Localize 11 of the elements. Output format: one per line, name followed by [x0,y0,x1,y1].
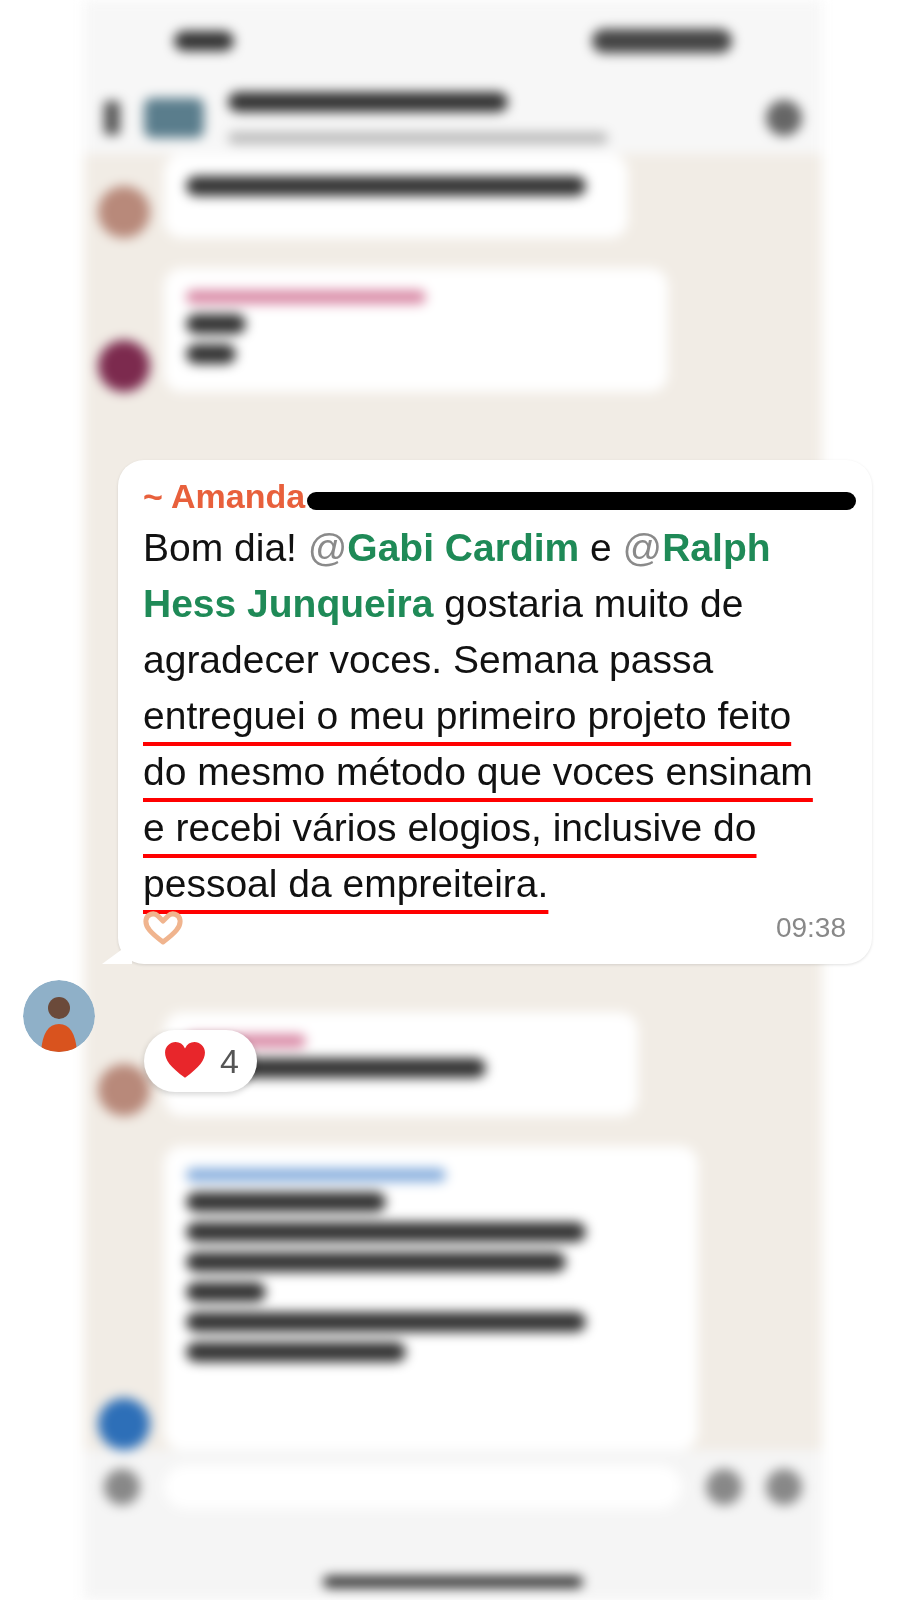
message-text: Bom dia! @Gabi Cardim e @Ralph Hess Junqueira gostaria muito de agradecer voces. Semana passa entreguei o meu primeiro projeto feito do mesmo método que voces ensinam e recebi vários elogios, inclusive do pessoal da empreiteira. [143,525,814,907]
avatar [98,1064,150,1117]
heart-icon [164,1042,206,1080]
heart-hands-icon [143,911,183,945]
avatar [98,1398,150,1451]
avatar [98,186,150,239]
message-time: 09:38 [775,912,846,944]
reaction-badge[interactable]: 4 [144,1030,257,1092]
avatar [23,980,95,1052]
sender-name: ~ Amanda [143,476,306,516]
avatar [98,340,150,393]
